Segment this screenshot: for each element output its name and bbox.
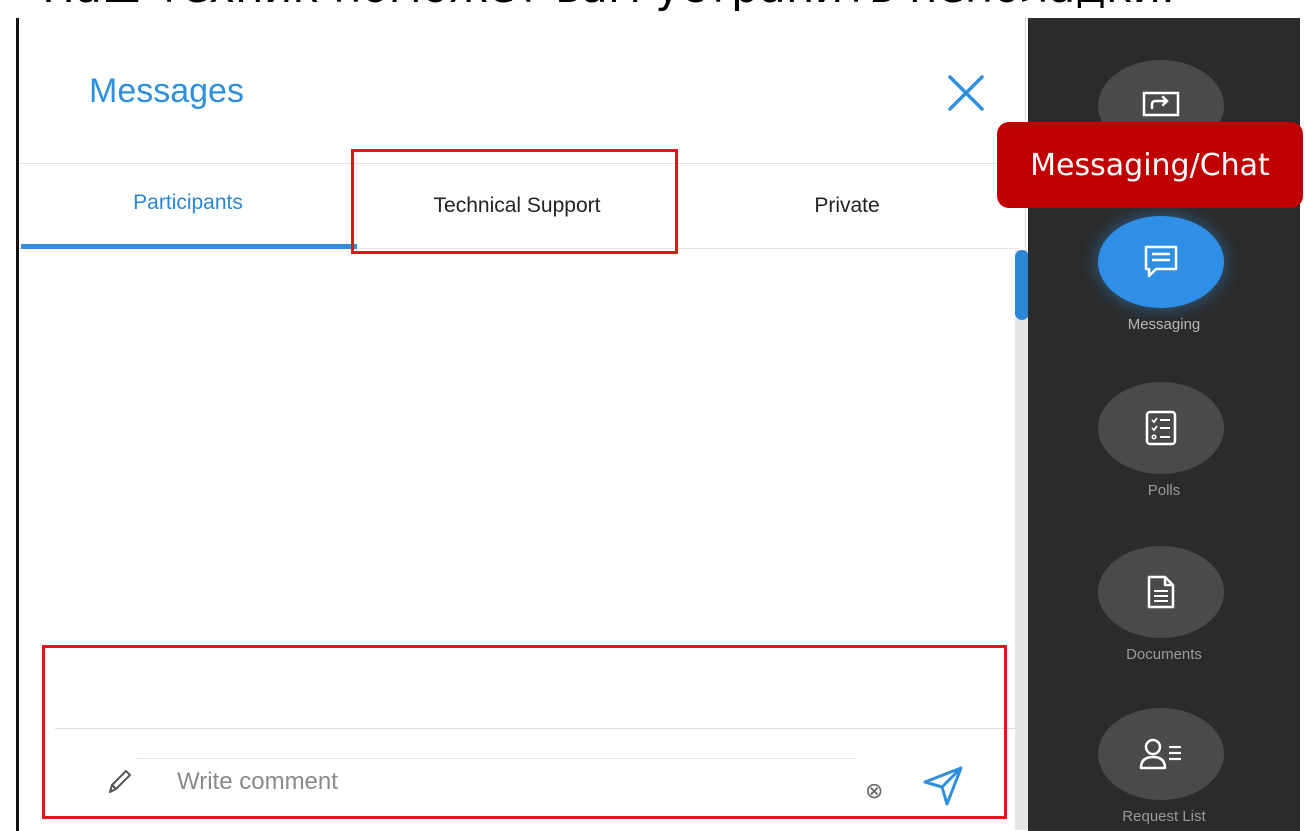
close-icon[interactable] bbox=[941, 68, 991, 118]
slide-caption: Наш техник поможет вам устранить неполад… bbox=[42, 0, 1175, 10]
active-tab-indicator bbox=[21, 244, 357, 249]
request-list-button[interactable] bbox=[1098, 708, 1224, 800]
message-tabs: Participants Technical Support Private bbox=[19, 164, 1019, 249]
panel-title: Messages bbox=[89, 72, 244, 110]
scrollbar-track[interactable] bbox=[1015, 250, 1029, 830]
tab-technical-support[interactable]: Technical Support bbox=[357, 164, 677, 248]
poll-icon bbox=[1145, 410, 1177, 446]
tab-private[interactable]: Private bbox=[677, 164, 1017, 248]
chat-icon bbox=[1144, 245, 1178, 278]
comment-input[interactable] bbox=[137, 758, 857, 804]
send-icon[interactable] bbox=[921, 764, 965, 808]
messaging-label: Messaging bbox=[1127, 316, 1201, 333]
documents-label: Documents bbox=[1126, 646, 1202, 663]
polls-label: Polls bbox=[1147, 482, 1181, 499]
panel-header: Messages bbox=[19, 18, 1025, 164]
composer-divider bbox=[55, 728, 1015, 729]
document-icon bbox=[1147, 575, 1175, 609]
tab-technical-support-label: Technical Support bbox=[433, 194, 601, 217]
documents-button[interactable] bbox=[1098, 546, 1224, 638]
tab-private-label: Private bbox=[814, 194, 880, 217]
messages-panel: Messages Participants Technical Support … bbox=[16, 18, 1029, 831]
messaging-chat-callout: Messaging/Chat bbox=[997, 122, 1303, 208]
scrollbar-thumb[interactable] bbox=[1015, 250, 1029, 320]
clear-icon[interactable]: ⊗ bbox=[865, 780, 883, 802]
tab-participants[interactable]: Participants bbox=[19, 164, 357, 248]
request-list-label: Request List bbox=[1122, 808, 1206, 825]
screen-share-icon bbox=[1142, 91, 1180, 117]
messaging-button[interactable] bbox=[1098, 216, 1224, 308]
request-list-icon bbox=[1139, 738, 1181, 770]
pencil-icon bbox=[105, 766, 135, 796]
tab-participants-label: Participants bbox=[133, 191, 243, 214]
polls-button[interactable] bbox=[1098, 382, 1224, 474]
